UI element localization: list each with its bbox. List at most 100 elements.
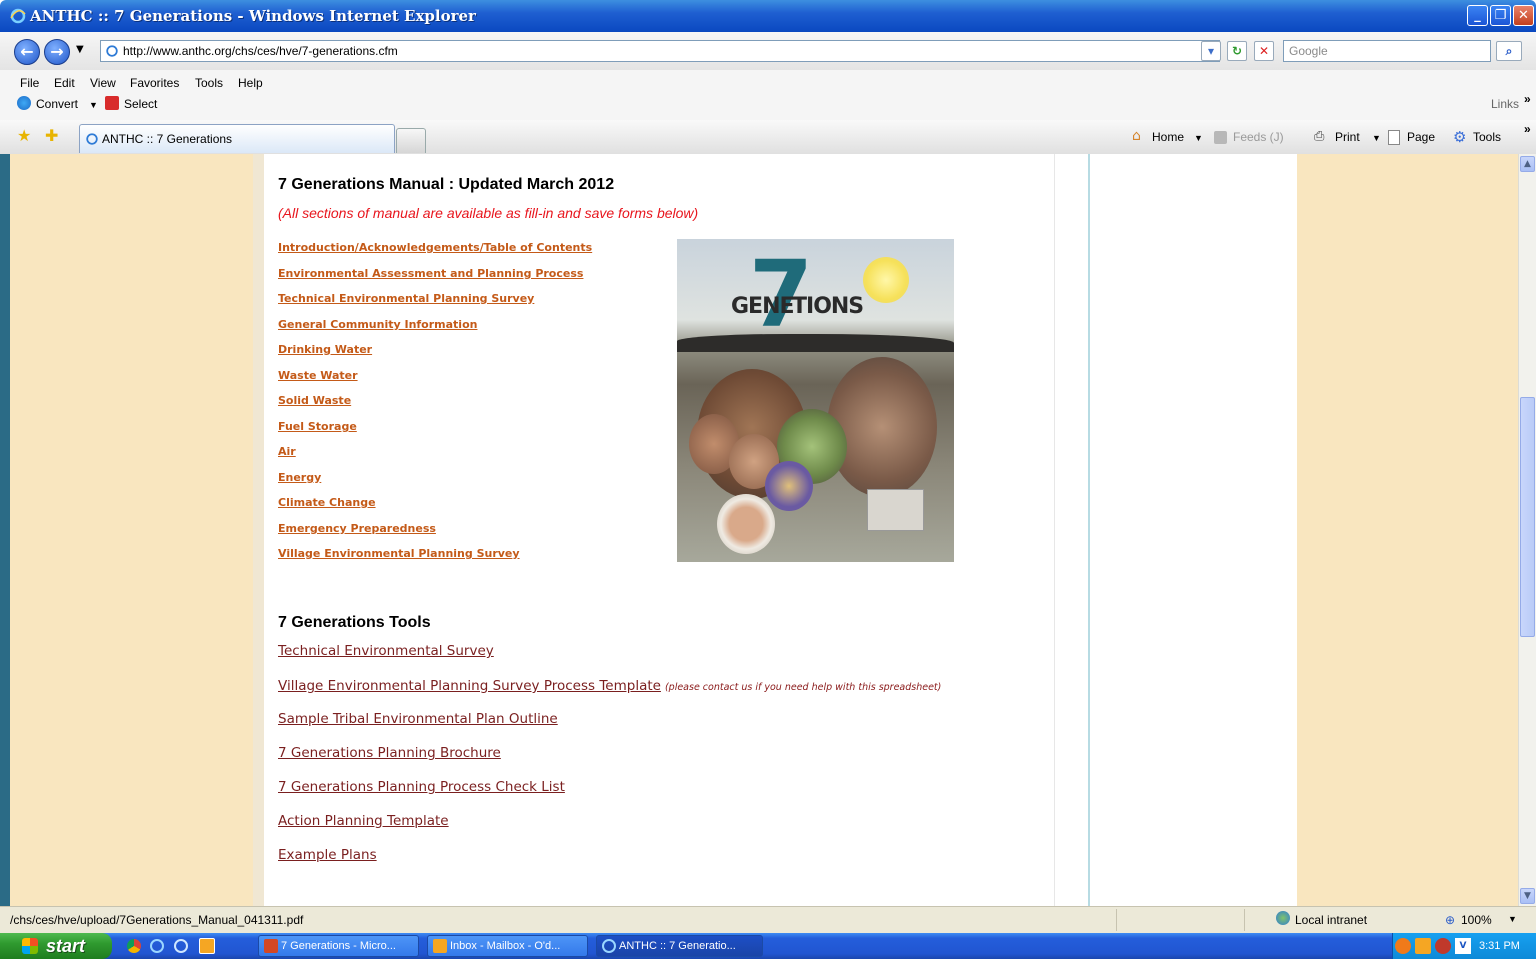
manual-link-waste-water[interactable]: Waste Water	[278, 369, 358, 382]
menu-bar: File Edit View Favorites Tools Help Conv…	[0, 70, 1536, 120]
close-button[interactable]: ✕	[1513, 5, 1534, 26]
manual-link-solid-waste[interactable]: Solid Waste	[278, 394, 351, 407]
tray-expand-icon[interactable]	[1395, 938, 1411, 954]
command-overflow-icon[interactable]: »	[1524, 122, 1531, 136]
task-powerpoint-label: 7 Generations - Micro...	[281, 940, 396, 952]
cover-face-2	[827, 357, 937, 497]
menu-help[interactable]: Help	[238, 76, 263, 90]
search-input[interactable]: Google	[1283, 40, 1491, 62]
manual-link-emergency[interactable]: Emergency Preparedness	[278, 522, 436, 535]
manual-link-introduction[interactable]: Introduction/Acknowledgements/Table of C…	[278, 241, 592, 254]
home-button[interactable]: Home	[1152, 130, 1184, 144]
zoom-level[interactable]: 100%	[1461, 913, 1492, 927]
favorites-star-icon[interactable]: ★	[17, 126, 31, 145]
manual-link-community-info[interactable]: General Community Information	[278, 318, 477, 331]
home-dropdown-icon[interactable]: ▼	[1194, 133, 1203, 143]
stop-button[interactable]: ✕	[1254, 41, 1274, 61]
scroll-up-arrow[interactable]: ▲	[1520, 156, 1535, 172]
cover-title-right: TIONS	[792, 294, 864, 319]
menu-favorites[interactable]: Favorites	[130, 76, 179, 90]
manual-link-village-survey[interactable]: Village Environmental Planning Survey	[278, 547, 520, 560]
menu-view[interactable]: View	[90, 76, 116, 90]
tool-note-spreadsheet: (please contact us if you need help with…	[664, 682, 942, 693]
menu-file[interactable]: File	[20, 76, 39, 90]
tool-link-action-planning[interactable]: Action Planning Template	[278, 813, 449, 829]
print-dropdown-icon[interactable]: ▼	[1372, 133, 1381, 143]
history-dropdown-icon[interactable]: ▼	[76, 44, 84, 55]
page-right-gutter	[1054, 154, 1099, 906]
tray-outlook-icon[interactable]	[1415, 938, 1431, 954]
outlook-quicklaunch-icon[interactable]	[199, 938, 215, 954]
ie2-quicklaunch-icon[interactable]	[174, 939, 188, 953]
zoom-dropdown-icon[interactable]: ▼	[1508, 914, 1517, 924]
new-tab-button[interactable]	[396, 128, 426, 153]
ie-logo-icon	[10, 8, 26, 24]
tab-anthc[interactable]: ANTHC :: 7 Generations	[79, 124, 395, 153]
page-viewport: 7 Generations Manual : Updated March 201…	[10, 154, 1518, 906]
windows-logo-icon	[22, 938, 38, 954]
page-menu-icon	[1388, 130, 1400, 145]
cover-horizon	[677, 334, 954, 352]
address-dropdown-button[interactable]: ▾	[1201, 41, 1221, 61]
tool-link-technical-survey[interactable]: Technical Environmental Survey	[278, 643, 494, 659]
scroll-down-arrow[interactable]: ▼	[1520, 888, 1535, 904]
task-ie[interactable]: ANTHC :: 7 Generatio...	[596, 935, 763, 957]
feeds-icon	[1214, 131, 1227, 144]
forward-button[interactable]: →	[44, 39, 70, 65]
browser-window: ANTHC :: 7 Generations - Windows Interne…	[0, 0, 1536, 933]
links-label[interactable]: Links	[1491, 97, 1519, 111]
restore-button[interactable]: ❐	[1490, 5, 1511, 26]
cover-text-box	[867, 489, 924, 531]
task-ie-label: ANTHC :: 7 Generatio...	[619, 940, 736, 952]
cover-face-7	[717, 494, 775, 554]
tool-link-village-template[interactable]: Village Environmental Planning Survey Pr…	[278, 678, 661, 694]
manual-link-air[interactable]: Air	[278, 445, 296, 458]
add-favorite-icon[interactable]: ✚	[45, 126, 58, 145]
toolbar-overflow-icon[interactable]: »	[1524, 92, 1531, 106]
chrome-quicklaunch-icon[interactable]	[127, 939, 141, 953]
manual-link-drinking-water[interactable]: Drinking Water	[278, 343, 372, 356]
vertical-scrollbar[interactable]: ▲ ▼	[1518, 154, 1536, 906]
address-url: http://www.anthc.org/chs/ces/hve/7-gener…	[123, 44, 398, 58]
tray-v-icon[interactable]: V	[1455, 938, 1471, 954]
tool-link-example-plans[interactable]: Example Plans	[278, 847, 377, 863]
manual-link-energy[interactable]: Energy	[278, 471, 321, 484]
manual-cover-image[interactable]: 7 GENE TIONS	[677, 239, 954, 562]
title-bar: ANTHC :: 7 Generations - Windows Interne…	[0, 0, 1536, 32]
window-left-edge	[0, 154, 10, 906]
feeds-button[interactable]: Feeds (J)	[1233, 130, 1284, 144]
page-menu-button[interactable]: Page	[1407, 130, 1435, 144]
start-label: start	[46, 936, 86, 956]
tool-link-checklist[interactable]: 7 Generations Planning Process Check Lis…	[278, 779, 565, 795]
menu-edit[interactable]: Edit	[54, 76, 75, 90]
convert-icon	[17, 96, 31, 110]
print-button[interactable]: Print	[1335, 130, 1360, 144]
convert-dropdown-icon[interactable]: ▼	[89, 100, 98, 110]
task-powerpoint[interactable]: 7 Generations - Micro...	[258, 935, 419, 957]
tool-link-brochure[interactable]: 7 Generations Planning Brochure	[278, 745, 501, 761]
page-left-margin	[253, 154, 264, 906]
select-button[interactable]: Select	[124, 97, 157, 111]
menu-tools[interactable]: Tools	[195, 76, 223, 90]
tool-row-village-template: Village Environmental Planning Survey Pr…	[278, 677, 941, 695]
address-toolbar: ← → ▼ http://www.anthc.org/chs/ces/hve/7…	[0, 32, 1536, 71]
address-bar[interactable]: http://www.anthc.org/chs/ces/hve/7-gener…	[100, 40, 1220, 62]
tool-link-tribal-plan-outline[interactable]: Sample Tribal Environmental Plan Outline	[278, 711, 558, 727]
page-right-column	[1098, 154, 1297, 906]
task-outlook[interactable]: Inbox - Mailbox - O'd...	[427, 935, 588, 957]
manual-link-climate-change[interactable]: Climate Change	[278, 496, 376, 509]
minimize-button[interactable]: _	[1467, 5, 1488, 26]
tray-network-icon[interactable]	[1435, 938, 1451, 954]
refresh-button[interactable]: ↻	[1227, 41, 1247, 61]
ie-quicklaunch-icon[interactable]	[150, 939, 164, 953]
manual-link-technical-survey[interactable]: Technical Environmental Planning Survey	[278, 292, 534, 305]
tray-clock: 3:31 PM	[1479, 940, 1520, 952]
search-button[interactable]: ⌕	[1496, 41, 1522, 61]
back-button[interactable]: ←	[14, 39, 40, 65]
start-button[interactable]: start	[0, 933, 112, 959]
tools-menu-button[interactable]: Tools	[1473, 130, 1501, 144]
scroll-thumb[interactable]	[1520, 397, 1535, 637]
manual-link-fuel-storage[interactable]: Fuel Storage	[278, 420, 357, 433]
convert-button[interactable]: Convert	[36, 97, 78, 111]
manual-link-assessment[interactable]: Environmental Assessment and Planning Pr…	[278, 267, 583, 280]
